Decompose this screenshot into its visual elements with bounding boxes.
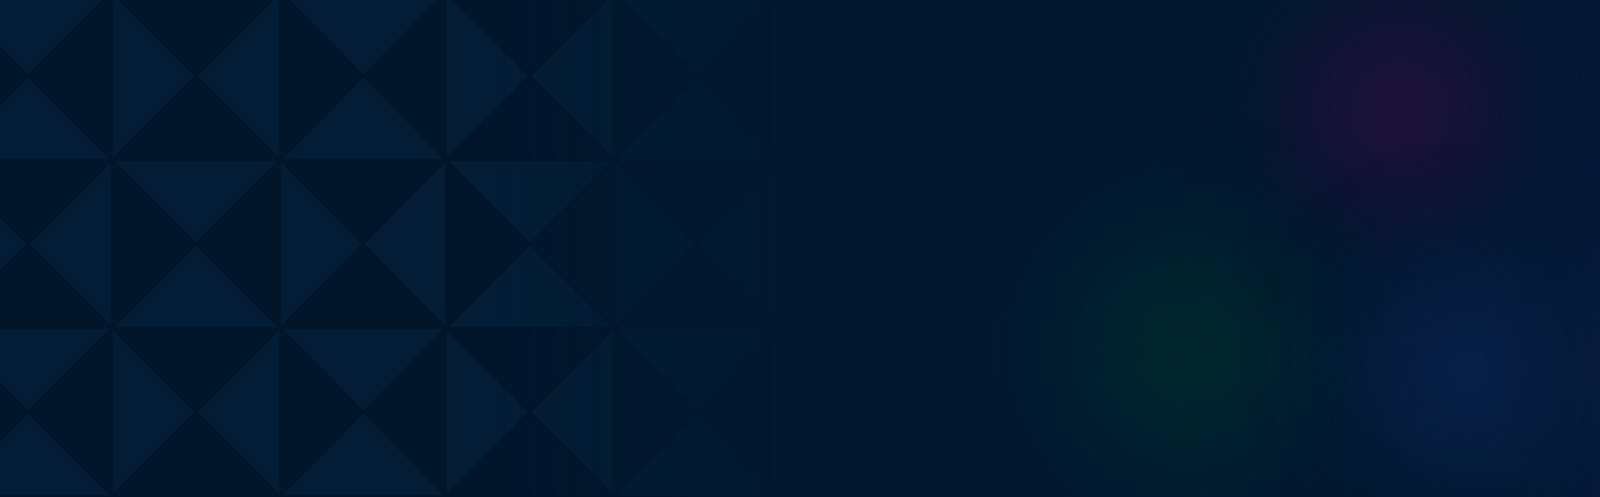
hero-background [0, 0, 1600, 497]
green-glow [1030, 190, 1350, 497]
geometric-pattern [0, 0, 783, 497]
right-edge-tint [1480, 0, 1600, 497]
